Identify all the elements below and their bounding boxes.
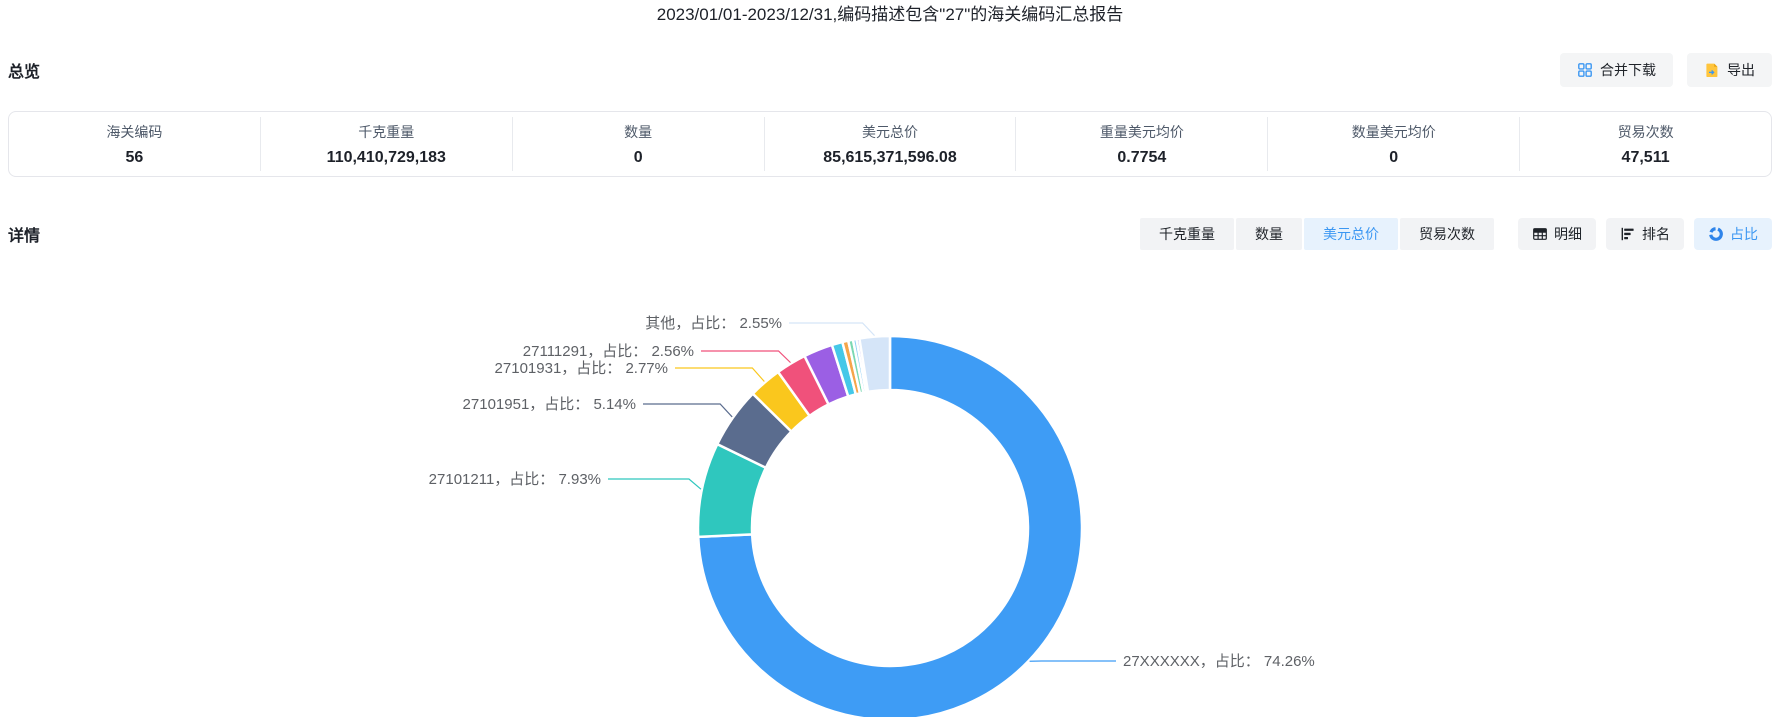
stat-label: 重量美元均价: [1099, 123, 1184, 140]
stats-card: 海关编码 56 千克重量 110,410,729,183 数量 0 美元总价 85,615,3…: [8, 111, 1772, 177]
stat-value: 56: [125, 148, 144, 166]
table-icon: [1532, 226, 1548, 242]
stat-value: 0: [633, 148, 643, 166]
view-button-label: 占比: [1730, 226, 1758, 242]
detail-controls: 千克重量 数量 美元总价 贸易次数 明细 排名 占比: [1140, 218, 1772, 250]
label-line-27101951: [643, 403, 733, 418]
slice-label-27101951: 27101951，占比： 5.14%: [463, 396, 636, 413]
view-button-group: 明细 排名 占比: [1518, 218, 1772, 250]
label-line-27101931: [675, 367, 765, 382]
stat-value: 85,615,371,596.08: [823, 148, 957, 166]
view-button-detail[interactable]: 明细: [1518, 218, 1596, 250]
view-button-proportion[interactable]: 占比: [1694, 218, 1772, 250]
detail-header-row: 详情 千克重量 数量 美元总价 贸易次数 明细 排名 占比: [8, 217, 1772, 251]
tab-trade-count[interactable]: 贸易次数: [1400, 218, 1494, 250]
donut-chart-svg: 27XXXXXX，占比： 74.26% 27101211，占比： 7.93% 271…: [429, 315, 1315, 717]
report-page: 2023/01/01-2023/12/31,编码描述包含"27"的海关编码汇总报…: [0, 0, 1780, 717]
overview-actions: 合并下载 导出: [1560, 53, 1772, 87]
slice-label-27XXXXXX: 27XXXXXX，占比： 74.26%: [1123, 653, 1315, 670]
stat-value: 0.7754: [1117, 148, 1167, 166]
stat-kg-weight: 千克重量 110,410,729,183: [259, 117, 512, 171]
slice-label-其他: 其他，占比： 2.55%: [645, 315, 782, 332]
merge-download-button[interactable]: 合并下载: [1560, 53, 1673, 87]
label-line-27101211: [608, 478, 702, 490]
merge-download-label: 合并下载: [1600, 62, 1656, 78]
detail-heading: 详情: [8, 228, 41, 245]
overview-heading: 总览: [8, 64, 41, 81]
label-line-27111291: [701, 350, 791, 364]
stat-weight-usd-avg: 重量美元均价 0.7754: [1015, 117, 1267, 171]
export-file-icon: [1704, 62, 1720, 78]
export-button[interactable]: 导出: [1687, 53, 1772, 87]
slice-label-27101211: 27101211，占比： 7.93%: [429, 471, 601, 488]
ranking-icon: [1620, 226, 1636, 242]
stat-value: 0: [1389, 148, 1399, 166]
stat-value: 47,511: [1621, 148, 1670, 166]
stat-customs-code: 海关编码 56: [9, 117, 260, 171]
stat-label: 美元总价: [862, 123, 918, 140]
tab-usd-total[interactable]: 美元总价: [1304, 218, 1398, 250]
label-line-其他: [789, 322, 875, 337]
view-button-ranking[interactable]: 排名: [1606, 218, 1684, 250]
overview-header-row: 总览 合并下载 导出: [8, 52, 1772, 88]
stat-quantity: 数量 0: [511, 117, 764, 171]
page-title: 2023/01/01-2023/12/31,编码描述包含"27"的海关编码汇总报…: [656, 5, 1124, 24]
stat-trade-count: 贸易次数 47,511: [1519, 117, 1771, 171]
stat-value: 110,410,729,183: [326, 148, 446, 166]
stat-label: 千克重量: [358, 123, 415, 140]
slice-label-27111291: 27111291，占比： 2.56%: [523, 343, 694, 360]
view-button-label: 明细: [1554, 226, 1582, 242]
stat-label: 海关编码: [106, 123, 163, 140]
stat-label: 数量美元均价: [1351, 123, 1436, 140]
slice-label-27101931: 27101931，占比： 2.77%: [495, 360, 668, 377]
export-label: 导出: [1727, 62, 1755, 78]
donut-icon: [1708, 226, 1724, 242]
tab-quantity[interactable]: 数量: [1236, 218, 1302, 250]
grid-squares-icon: [1577, 62, 1593, 78]
stat-label: 贸易次数: [1617, 123, 1674, 140]
view-button-label: 排名: [1642, 226, 1670, 242]
stat-usd-total: 美元总价 85,615,371,596.08: [763, 117, 1016, 171]
stat-label: 数量: [624, 123, 653, 140]
metric-tab-group: 千克重量 数量 美元总价 贸易次数: [1140, 218, 1494, 250]
tab-kg-weight[interactable]: 千克重量: [1140, 218, 1234, 250]
stat-quantity-usd-avg: 数量美元均价 0: [1267, 117, 1519, 171]
